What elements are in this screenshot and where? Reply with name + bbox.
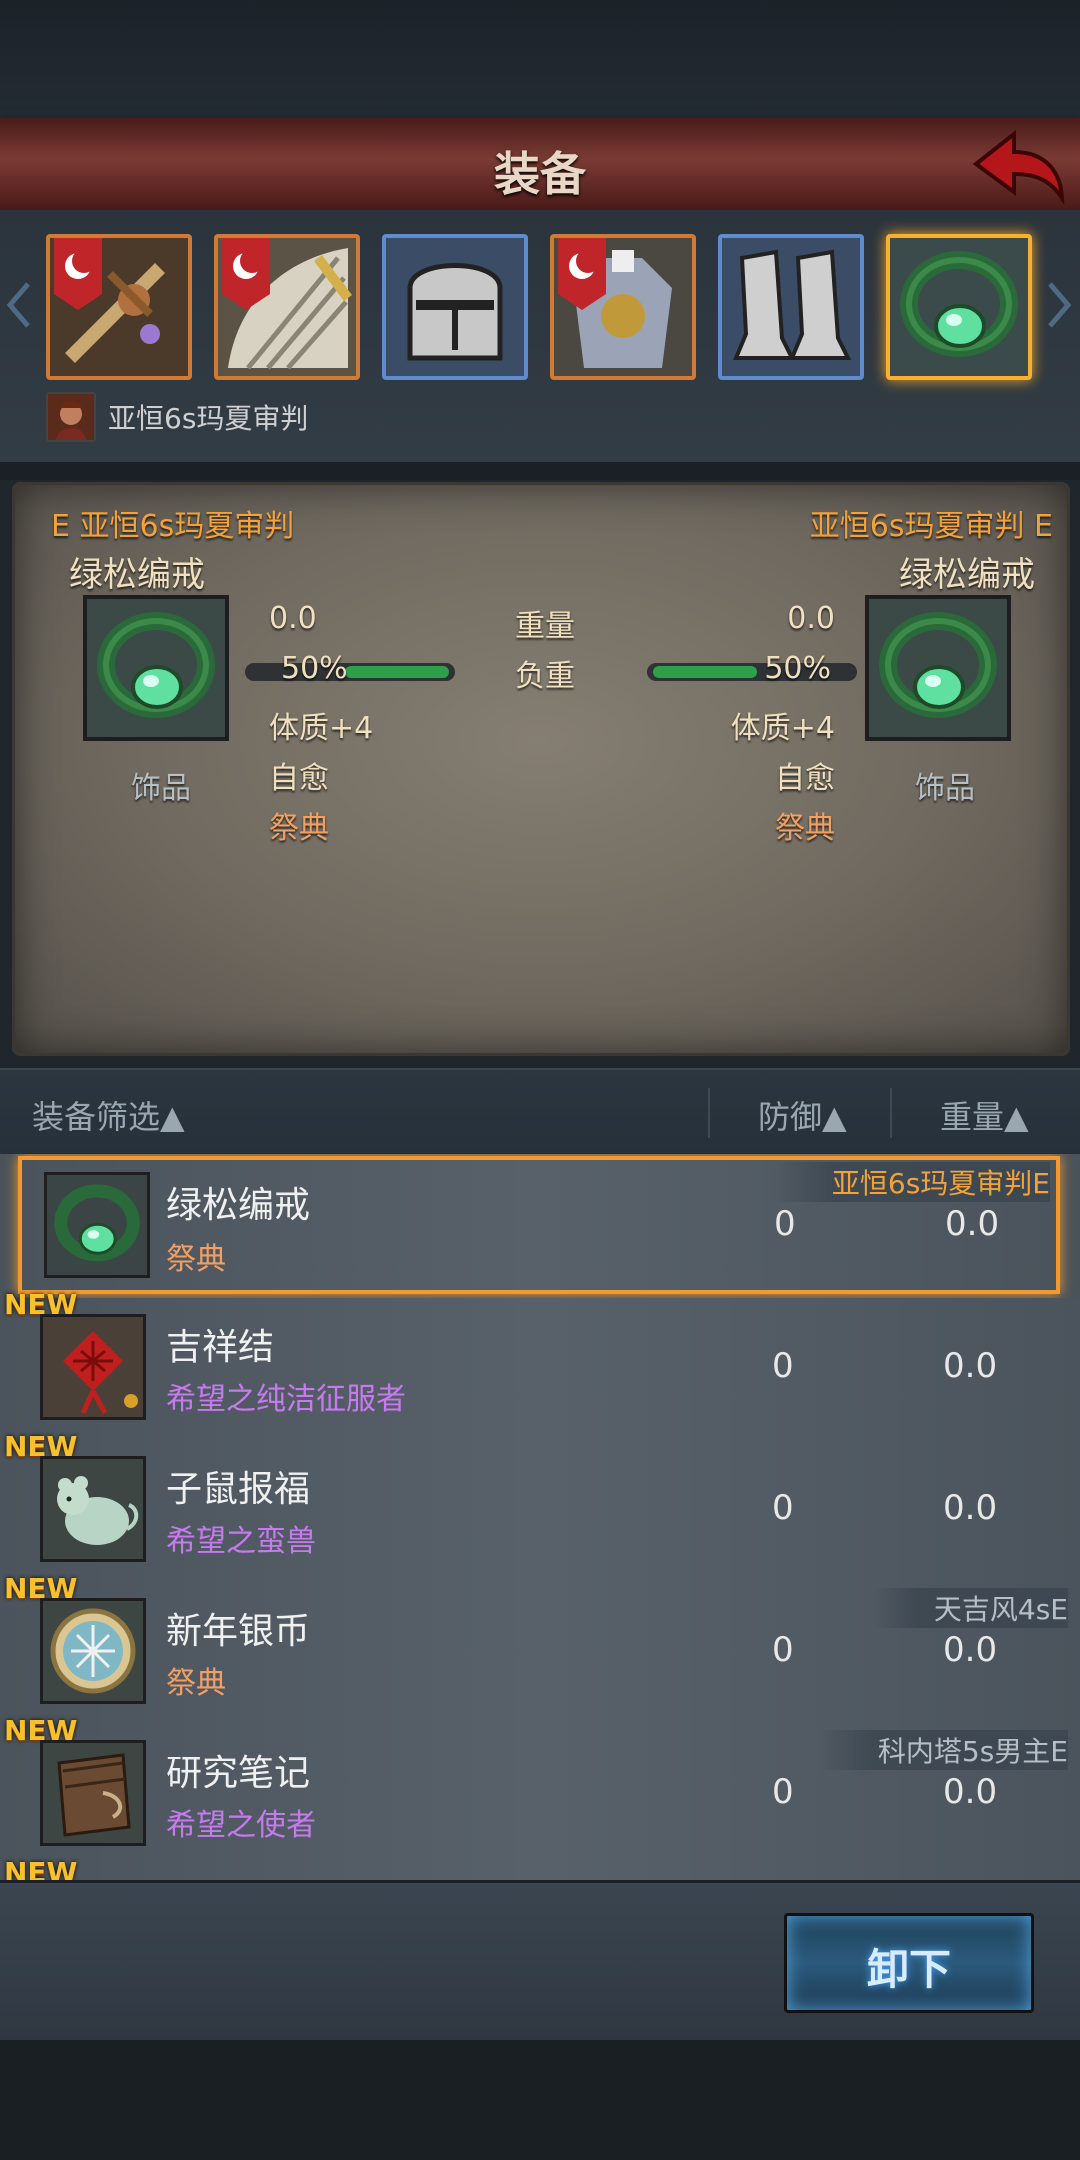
- unequip-label: 卸下: [866, 1945, 951, 1994]
- notebook-icon: [40, 1740, 146, 1846]
- avatar: [46, 392, 96, 442]
- divider: [890, 1088, 892, 1138]
- chevron-left-icon[interactable]: [6, 280, 32, 330]
- item-name: 研究笔记: [166, 1753, 311, 1794]
- slot-boots[interactable]: [718, 234, 864, 380]
- owner-row: 亚恒6s玛夏审判: [46, 392, 308, 442]
- right-trait-heal: 自愈: [775, 761, 835, 796]
- bottom-action-bar: 卸下: [0, 1880, 1080, 2043]
- item-defense: 0: [774, 1204, 796, 1244]
- slot-weapon[interactable]: [46, 234, 192, 380]
- right-load: 50%: [764, 651, 831, 686]
- boots-icon: [722, 238, 860, 376]
- compare-panel: E 亚恒6s玛夏审判 亚恒6s玛夏审判 E 绿松编戒 绿松编戒 饰品 饰品 0.…: [12, 482, 1070, 1056]
- ring-icon: [44, 1172, 150, 1278]
- item-name: 绿松编戒: [166, 1185, 311, 1226]
- owner-name: 亚恒6s玛夏审判: [108, 402, 309, 435]
- list-item[interactable]: NEW 子鼠报福 希望之蛮兽 0 0.0: [0, 1430, 1080, 1584]
- item-owner: 天吉风4sE: [873, 1588, 1068, 1628]
- right-trait-ritual: 祭典: [775, 811, 835, 846]
- item-weight: 0.0: [943, 1630, 998, 1670]
- item-defense: 0: [772, 1630, 794, 1670]
- left-load-bar: [245, 663, 455, 681]
- filter-sort-button[interactable]: 装备筛选▲: [32, 1092, 185, 1138]
- filter-bar: 装备筛选▲ 防御▲ 重量▲: [0, 1068, 1080, 1158]
- right-weight: 0.0: [787, 601, 835, 636]
- left-weight: 0.0: [269, 601, 317, 636]
- left-trait-heal: 自愈: [269, 761, 329, 796]
- sort-weight-button[interactable]: 重量▲: [940, 1092, 1029, 1138]
- faction-banner-icon: [54, 238, 102, 310]
- item-weight: 0.0: [943, 1346, 998, 1386]
- list-item[interactable]: NEW: [0, 1856, 1080, 1880]
- right-item-image: [865, 595, 1011, 741]
- chevron-right-icon[interactable]: [1046, 280, 1072, 330]
- faction-banner-icon: [222, 238, 270, 310]
- right-owner-tag: 亚恒6s玛夏审判 E: [809, 509, 1053, 544]
- item-name: 子鼠报福: [166, 1469, 311, 1510]
- list-item[interactable]: 绿松编戒 祭典 亚恒6s玛夏审判E 0 0.0: [18, 1156, 1060, 1294]
- item-name: 新年银币: [166, 1611, 311, 1652]
- left-stat: 体质+4: [269, 711, 374, 746]
- item-owner: 亚恒6s玛夏审判E: [771, 1162, 1050, 1202]
- item-list[interactable]: 绿松编戒 祭典 亚恒6s玛夏审判E 0 0.0 NEW 吉祥结 希望之纯洁征服者…: [0, 1154, 1080, 1880]
- item-weight: 0.0: [943, 1488, 998, 1528]
- sort-defense-button[interactable]: 防御▲: [758, 1092, 847, 1138]
- title-bar: 装备: [0, 118, 1080, 213]
- left-trait-ritual: 祭典: [269, 811, 329, 846]
- item-weight: 0.0: [945, 1204, 1000, 1244]
- left-item-name: 绿松编戒: [69, 555, 205, 595]
- divider: [0, 462, 1080, 480]
- page-title: 装备: [494, 147, 586, 201]
- left-owner-tag: E 亚恒6s玛夏审判: [51, 509, 295, 544]
- unequip-button[interactable]: 卸下: [784, 1913, 1034, 2013]
- list-item[interactable]: NEW 新年银币 祭典 天吉风4sE 0 0.0: [0, 1572, 1080, 1726]
- left-item-image: [83, 595, 229, 741]
- left-load-fill: [345, 666, 449, 678]
- item-defense: 0: [772, 1346, 794, 1386]
- navigation-area: [0, 2040, 1080, 2160]
- slot-accessory[interactable]: [886, 234, 1032, 380]
- silver-coin-icon: [40, 1598, 146, 1704]
- new-badge: NEW: [4, 1856, 78, 1880]
- right-stat: 体质+4: [730, 711, 835, 746]
- load-label: 负重: [515, 659, 575, 694]
- item-set: 祭典: [166, 1666, 226, 1701]
- right-category: 饰品: [915, 771, 975, 806]
- item-defense: 0: [772, 1772, 794, 1812]
- slot-helmet[interactable]: [382, 234, 528, 380]
- chinese-knot-icon: [40, 1314, 146, 1420]
- item-weight: 0.0: [943, 1772, 998, 1812]
- faction-banner-icon: [558, 238, 606, 310]
- ring-icon: [97, 612, 215, 718]
- item-name: 吉祥结: [166, 1327, 275, 1368]
- list-item[interactable]: NEW 研究笔记 希望之使者 科内塔5s男主E 0 0.0: [0, 1714, 1080, 1868]
- right-item-name: 绿松编戒: [899, 555, 1035, 595]
- item-set: 希望之蛮兽: [166, 1524, 316, 1559]
- helmet-icon: [386, 238, 524, 376]
- divider: [708, 1088, 710, 1138]
- right-load-fill: [653, 666, 757, 678]
- weight-label: 重量: [515, 609, 575, 644]
- item-set: 希望之纯洁征服者: [166, 1382, 406, 1417]
- item-set: 希望之使者: [166, 1808, 316, 1843]
- equipment-slots: 亚恒6s玛夏审判: [0, 210, 1080, 480]
- left-category: 饰品: [131, 771, 191, 806]
- jade-rat-icon: [40, 1456, 146, 1562]
- ring-icon: [900, 251, 1018, 357]
- list-item[interactable]: NEW 吉祥结 希望之纯洁征服者 0 0.0: [0, 1288, 1080, 1442]
- slot-armor[interactable]: [550, 234, 696, 380]
- back-arrow-icon[interactable]: [968, 124, 1068, 208]
- slot-offhand[interactable]: [214, 234, 360, 380]
- ring-icon: [879, 612, 997, 718]
- left-load: 50%: [281, 651, 348, 686]
- item-owner: 科内塔5s男主E: [817, 1730, 1068, 1770]
- status-area: [0, 0, 1080, 118]
- item-defense: 0: [772, 1488, 794, 1528]
- item-set: 祭典: [166, 1242, 226, 1277]
